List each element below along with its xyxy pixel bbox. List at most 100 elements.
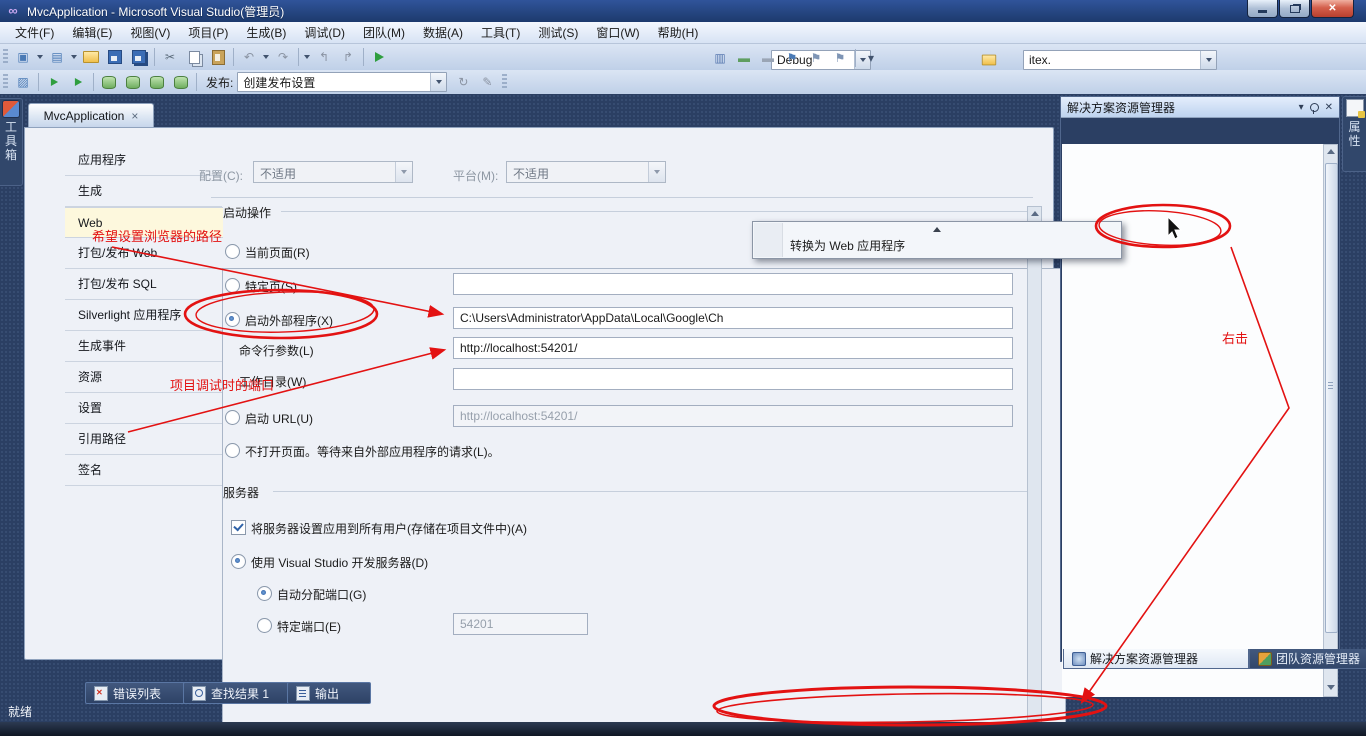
- pin-icon[interactable]: [1310, 103, 1319, 112]
- property-tab-引用路径[interactable]: 引用路径: [65, 424, 222, 455]
- menu-scroll-up-icon[interactable]: [754, 223, 1120, 235]
- property-tab-打包/发布 Web[interactable]: 打包/发布 Web: [65, 238, 222, 269]
- execute-query-icon[interactable]: [43, 71, 65, 93]
- debug-query-icon[interactable]: [67, 71, 89, 93]
- find-results-icon: [192, 686, 206, 701]
- property-tab-签名[interactable]: 签名: [65, 455, 222, 486]
- database-project-icon[interactable]: [170, 71, 192, 93]
- document-tab[interactable]: MvcApplication ×: [28, 103, 154, 128]
- minimize-button[interactable]: [1247, 0, 1278, 18]
- menu-工具T[interactable]: 工具(T): [472, 22, 529, 44]
- chevron-down-icon[interactable]: [430, 73, 446, 91]
- specific-port-input[interactable]: 54201: [453, 613, 588, 635]
- navigate-forward-icon[interactable]: ↱: [337, 46, 359, 68]
- start-url-input[interactable]: http://localhost:54201/: [453, 405, 1013, 427]
- close-button[interactable]: ✕: [1311, 0, 1354, 18]
- property-tab-打包/发布 SQL[interactable]: 打包/发布 SQL: [65, 269, 222, 300]
- menu-项目P[interactable]: 项目(P): [179, 22, 237, 44]
- dont-open-page-radio[interactable]: [225, 443, 240, 458]
- start-debug-icon[interactable]: [368, 46, 390, 68]
- menu-文件F[interactable]: 文件(F): [6, 22, 63, 44]
- bookmark-next-icon[interactable]: ⚑: [805, 47, 827, 69]
- auto-assign-port-radio[interactable]: [257, 586, 272, 601]
- tab-output[interactable]: 输出: [287, 682, 371, 704]
- find-combo[interactable]: itex.: [1023, 50, 1217, 70]
- menu-视图V[interactable]: 视图(V): [121, 22, 179, 44]
- tab-find-results[interactable]: 查找结果 1: [183, 682, 301, 704]
- add-item-icon[interactable]: ▤: [46, 46, 68, 68]
- tab-team-explorer[interactable]: 团队资源管理器: [1249, 649, 1366, 669]
- toolbox-options-icon[interactable]: ▾: [860, 47, 882, 69]
- publish-refresh-icon[interactable]: ↻: [452, 71, 474, 93]
- schema-compare-icon[interactable]: [98, 71, 120, 93]
- restore-button[interactable]: [1279, 0, 1310, 18]
- save-all-icon[interactable]: [128, 46, 150, 68]
- properties-autohide-tab[interactable]: 属性: [1342, 96, 1366, 172]
- property-tab-资源[interactable]: 资源: [65, 362, 222, 393]
- toolbox-autohide-tab[interactable]: 工具箱: [0, 98, 23, 186]
- window-position-icon[interactable]: ▾: [1299, 102, 1304, 113]
- current-page-label: 当前页面(R): [245, 244, 310, 261]
- menu-窗口W[interactable]: 窗口(W): [587, 22, 648, 44]
- current-page-radio[interactable]: [225, 244, 240, 259]
- publish-profile-combo[interactable]: 创建发布设置: [237, 72, 447, 92]
- uncomment-icon[interactable]: ▬: [757, 47, 779, 69]
- property-tab-Web[interactable]: Web: [65, 207, 223, 238]
- new-query-icon[interactable]: ▨: [12, 71, 34, 93]
- start-url-radio[interactable]: [225, 410, 240, 425]
- toolbar-grip[interactable]: [3, 49, 8, 65]
- save-icon[interactable]: [104, 46, 126, 68]
- toolbar-grip[interactable]: [3, 74, 8, 90]
- undo-icon[interactable]: ↶: [238, 46, 260, 68]
- tree-scrollbar[interactable]: [1323, 144, 1338, 697]
- toolbar-grip[interactable]: [502, 74, 507, 90]
- specific-port-radio[interactable]: [257, 618, 272, 633]
- tab-solution-explorer[interactable]: 解决方案资源管理器: [1063, 649, 1249, 669]
- property-tab-设置[interactable]: 设置: [65, 393, 222, 424]
- configuration-combo[interactable]: 不适用: [253, 161, 413, 183]
- start-external-program-radio[interactable]: [225, 312, 240, 327]
- redo-icon[interactable]: ↷: [272, 46, 294, 68]
- menu-数据A[interactable]: 数据(A): [414, 22, 472, 44]
- find-in-files-icon[interactable]: ▥: [709, 47, 731, 69]
- page-scrollbar[interactable]: [1027, 206, 1042, 736]
- property-tab-生成事件[interactable]: 生成事件: [65, 331, 222, 362]
- apply-server-settings-checkbox[interactable]: [231, 520, 246, 535]
- chevron-down-icon[interactable]: [1200, 51, 1216, 69]
- command-line-args-input[interactable]: http://localhost:54201/: [453, 337, 1013, 359]
- menu-帮助H[interactable]: 帮助(H): [649, 22, 708, 44]
- menu-团队M[interactable]: 团队(M): [354, 22, 414, 44]
- paste-icon[interactable]: [207, 46, 229, 68]
- menu-item-转换为-Web-应用程序[interactable]: 转换为 Web 应用程序: [754, 235, 1120, 257]
- platform-combo[interactable]: 不适用: [506, 161, 666, 183]
- data-compare-icon[interactable]: [122, 71, 144, 93]
- specific-page-input[interactable]: [453, 273, 1013, 295]
- solution-explorer-header[interactable]: 解决方案资源管理器 ▾ ✕: [1061, 97, 1339, 118]
- browse-icon[interactable]: [978, 49, 1000, 71]
- bookmark-prev-icon[interactable]: ⚑: [829, 47, 851, 69]
- property-tab-Silverlight 应用程序[interactable]: Silverlight 应用程序: [65, 300, 222, 331]
- publish-edit-icon[interactable]: ✎: [476, 71, 498, 93]
- copy-icon[interactable]: [183, 46, 205, 68]
- menu-生成B[interactable]: 生成(B): [237, 22, 295, 44]
- cut-icon[interactable]: ✂: [159, 46, 181, 68]
- navigate-back-icon[interactable]: ↰: [313, 46, 335, 68]
- external-program-input[interactable]: C:\Users\Administrator\AppData\Local\Goo…: [453, 307, 1013, 329]
- working-directory-input[interactable]: [453, 368, 1013, 390]
- menu-测试S[interactable]: 测试(S): [529, 22, 587, 44]
- new-project-icon[interactable]: ▣: [12, 46, 34, 68]
- transact-editor-icon[interactable]: [146, 71, 168, 93]
- specific-page-radio[interactable]: [225, 278, 240, 293]
- close-icon[interactable]: ✕: [1325, 102, 1333, 113]
- tab-error-list[interactable]: 错误列表: [85, 682, 197, 704]
- use-vs-dev-server-radio[interactable]: [231, 554, 246, 569]
- close-icon[interactable]: ×: [131, 109, 138, 123]
- bookmark-icon[interactable]: ⚑: [781, 47, 803, 69]
- dont-open-page-label: 不打开页面。等待来自外部应用程序的请求(L)。: [245, 443, 500, 460]
- menu-编辑E[interactable]: 编辑(E): [63, 22, 121, 44]
- menu-调试D[interactable]: 调试(D): [295, 22, 354, 44]
- open-file-icon[interactable]: [80, 46, 102, 68]
- comment-icon[interactable]: ▬: [733, 47, 755, 69]
- document-tab-label: MvcApplication: [44, 109, 125, 123]
- start-url-label: 启动 URL(U): [245, 410, 313, 427]
